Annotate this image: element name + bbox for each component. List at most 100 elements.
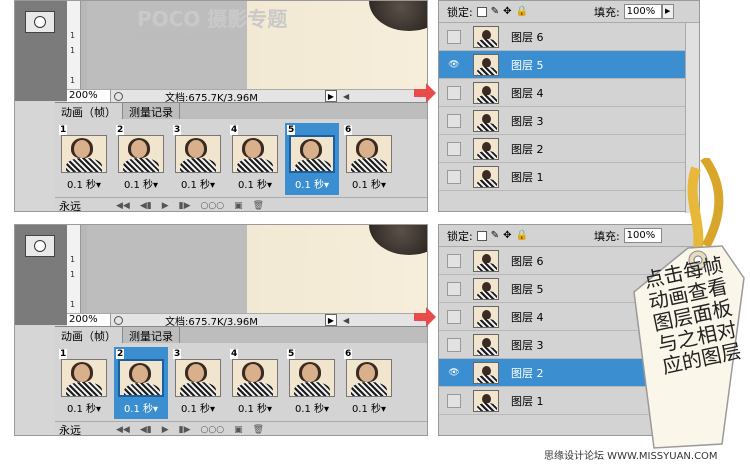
layer-thumbnail [473,109,499,132]
loop-select[interactable]: 永远 [55,422,111,436]
fill-field[interactable]: 100% [623,4,662,19]
animation-frame[interactable]: 4 0.1 秒▾ [228,347,282,419]
visibility-toggle[interactable] [447,85,461,100]
prev-frame-icon[interactable]: ◀▮ [140,425,152,435]
status-menu-button[interactable]: ▶ [325,90,337,102]
lock-all-icon[interactable]: 🔒 [516,230,528,241]
frame-delay[interactable]: 0.1 秒▾ [171,179,225,193]
eye-icon[interactable]: 👁 [447,57,461,72]
lock-move-icon[interactable]: ✥ [503,6,511,17]
scroll-left-icon[interactable]: ◀ [343,316,349,325]
first-frame-icon[interactable]: ◀◀ [116,201,130,211]
layer-row[interactable]: 图层 4 [439,79,699,107]
canvas[interactable]: POCO 摄影专题 http://photo.poco.cn/ [67,1,427,101]
animation-frame[interactable]: 3 0.1 秒▾ [171,347,225,419]
prev-frame-icon[interactable]: ◀▮ [140,201,152,211]
visibility-toggle[interactable] [447,281,461,296]
frame-delay[interactable]: 0.1 秒▾ [285,179,339,193]
frame-delay[interactable]: 0.1 秒▾ [285,403,339,417]
visibility-toggle[interactable] [447,337,461,352]
animation-controls: 永远 ◀◀ ◀▮ ▶ ▮▶ ○○○ ▣ 🗑 [55,197,427,212]
circle-icon [34,16,46,28]
frame-delay[interactable]: 0.1 秒▾ [342,403,396,417]
layer-row[interactable]: 图层 6 [439,23,699,51]
lock-move-icon[interactable]: ✥ [503,230,511,241]
circle-icon [34,240,46,252]
animation-frame[interactable]: 4 0.1 秒▾ [228,123,282,195]
frame-delay[interactable]: 0.1 秒▾ [342,179,396,193]
animation-frame[interactable]: 1 0.1 秒▾ [57,123,111,195]
lock-transparent-icon[interactable] [476,230,487,241]
layer-row[interactable]: 👁 图层 5 [439,51,699,79]
animation-frame[interactable]: 6 0.1 秒▾ [342,123,396,195]
new-frame-icon[interactable]: ▣ [234,425,243,435]
visibility-toggle[interactable] [447,169,461,184]
frame-delay[interactable]: 0.1 秒▾ [57,179,111,193]
play-icon[interactable]: ▶ [162,425,169,435]
layer-thumbnail [473,81,499,104]
animation-frame[interactable]: 2 0.1 秒▾ [114,347,168,419]
tab-measurement-log[interactable]: 测量记录 [123,103,180,119]
zoom-field[interactable]: 200% [67,314,111,326]
zoom-field[interactable]: 200% [67,90,111,102]
eye-icon[interactable]: 👁 [447,365,461,380]
quick-mask-button[interactable] [25,11,55,33]
frame-delay[interactable]: 0.1 秒▾ [228,179,282,193]
tween-icon[interactable]: ○○○ [201,201,225,211]
canvas[interactable] [67,225,427,325]
lock-all-icon[interactable]: 🔒 [516,6,528,17]
layer-row[interactable]: 图层 3 [439,107,699,135]
layer-name: 图层 3 [511,338,544,352]
frame-delay[interactable]: 0.1 秒▾ [114,403,168,417]
loop-select[interactable]: 永远 [55,198,111,212]
frame-delay[interactable]: 0.1 秒▾ [171,403,225,417]
layer-thumbnail [473,53,499,76]
fill-dropdown-icon[interactable]: ▶ [661,4,674,19]
lock-transparent-icon[interactable] [476,6,487,17]
animation-frame[interactable]: 3 0.1 秒▾ [171,123,225,195]
new-frame-icon[interactable]: ▣ [234,201,243,211]
frame-thumbnail [289,135,335,173]
tween-icon[interactable]: ○○○ [201,425,225,435]
delete-frame-icon[interactable]: 🗑 [253,425,264,435]
layer-name: 图层 3 [511,114,544,128]
layer-thumbnail [473,277,499,300]
visibility-toggle[interactable] [447,29,461,44]
animation-frame[interactable]: 2 0.1 秒▾ [114,123,168,195]
animation-frame[interactable]: 5 0.1 秒▾ [285,347,339,419]
tab-animation[interactable]: 动画（帧） [55,327,123,343]
tab-animation[interactable]: 动画（帧） [55,103,123,119]
play-icon[interactable]: ▶ [162,201,169,211]
first-frame-icon[interactable]: ◀◀ [116,425,130,435]
animation-frame[interactable]: 6 0.1 秒▾ [342,347,396,419]
status-bar: 200% 文档:675.7K/3.96M ▶ ◀ [67,89,427,104]
fill-label: 填充: [593,5,620,19]
frame-delay[interactable]: 0.1 秒▾ [57,403,111,417]
visibility-toggle[interactable] [447,309,461,324]
visibility-toggle[interactable] [447,393,461,408]
frame-delay[interactable]: 0.1 秒▾ [228,403,282,417]
watermark-url: http://photo.poco.cn/ [137,32,242,43]
status-menu-button[interactable]: ▶ [325,314,337,326]
zoom-icon[interactable] [111,90,125,102]
zoom-icon[interactable] [111,314,125,326]
photo [87,225,427,313]
frame-thumbnail [289,359,335,397]
visibility-toggle[interactable] [447,253,461,268]
quick-mask-button[interactable] [25,235,55,257]
animation-frame[interactable]: 5 0.1 秒▾ [285,123,339,195]
next-frame-icon[interactable]: ▮▶ [179,201,191,211]
tab-measurement-log[interactable]: 测量记录 [123,327,180,343]
delete-frame-icon[interactable]: 🗑 [253,201,264,211]
lock-label: 锁定: [447,229,473,243]
next-frame-icon[interactable]: ▮▶ [179,425,191,435]
visibility-toggle[interactable] [447,141,461,156]
lock-brush-icon[interactable]: ✎ [491,230,499,241]
scroll-left-icon[interactable]: ◀ [343,92,349,101]
frame-delay[interactable]: 0.1 秒▾ [114,179,168,193]
panel-tabs: 动画（帧） 测量记录 [55,103,427,119]
visibility-toggle[interactable] [447,113,461,128]
frame-number: 2 [116,125,125,135]
lock-brush-icon[interactable]: ✎ [491,6,499,17]
animation-frame[interactable]: 1 0.1 秒▾ [57,347,111,419]
